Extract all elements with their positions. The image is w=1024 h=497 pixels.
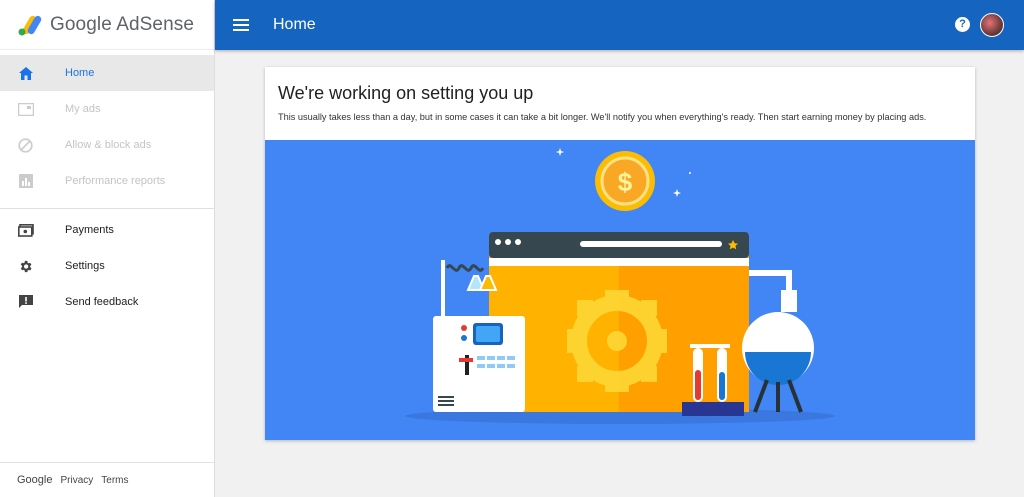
footer-google-logo: Google	[17, 474, 53, 486]
setup-illustration: $	[265, 140, 975, 440]
payments-icon	[17, 223, 34, 237]
sidebar-item-allow-block[interactable]: Allow & block ads	[0, 127, 214, 163]
card-title: We're working on setting you up	[278, 83, 534, 103]
setup-card: We're working on setting you up This usu…	[265, 67, 975, 440]
sidebar-item-feedback[interactable]: Send feedback	[0, 284, 214, 320]
sidebar-item-label: Payments	[65, 224, 114, 236]
sidebar-nav: Home My ads Allow & block ads Performanc…	[0, 55, 214, 199]
help-icon[interactable]: ?	[955, 17, 970, 32]
sidebar-item-my-ads[interactable]: My ads	[0, 91, 214, 127]
gear-icon	[20, 260, 32, 272]
illustration-graphic: $	[405, 148, 835, 424]
sidebar: Google AdSense Home My ads Allow & block…	[0, 0, 215, 497]
sidebar-item-label: Send feedback	[65, 296, 139, 308]
sidebar-item-performance[interactable]: Performance reports	[0, 163, 214, 199]
chart-icon	[18, 174, 33, 188]
ads-icon	[17, 102, 34, 116]
sidebar-item-label: Home	[65, 67, 95, 79]
browser-window-icon	[489, 232, 749, 412]
page-title: Home	[273, 16, 316, 33]
svg-text:$: $	[618, 167, 633, 197]
app-title: Google AdSense	[50, 13, 195, 35]
sidebar-item-label: Settings	[65, 260, 105, 272]
sidebar-item-label: My ads	[65, 103, 101, 115]
brand[interactable]: Google AdSense	[0, 0, 214, 50]
adsense-logo-icon	[18, 15, 42, 35]
coin-icon: $	[595, 151, 655, 211]
home-icon	[18, 66, 33, 80]
flask-icon	[742, 270, 814, 413]
sidebar-item-home[interactable]: Home	[0, 55, 214, 91]
block-icon	[18, 137, 33, 153]
card-subtitle: This usually takes less than a day, but …	[278, 112, 927, 122]
top-app-bar: Home ?	[215, 0, 1024, 50]
sidebar-item-payments[interactable]: Payments	[0, 212, 214, 248]
sidebar-footer: Google Privacy Terms	[0, 462, 214, 497]
avatar[interactable]	[980, 13, 1004, 37]
menu-icon[interactable]	[233, 16, 249, 34]
sidebar-item-settings[interactable]: Settings	[0, 248, 214, 284]
sidebar-nav-secondary: Payments Settings Send feedback	[0, 212, 214, 320]
privacy-link[interactable]: Privacy	[60, 475, 93, 486]
sidebar-item-label: Allow & block ads	[65, 139, 152, 151]
feedback-icon	[18, 295, 33, 308]
nav-divider	[0, 208, 214, 209]
sidebar-item-label: Performance reports	[65, 175, 166, 187]
terms-link[interactable]: Terms	[101, 475, 128, 486]
